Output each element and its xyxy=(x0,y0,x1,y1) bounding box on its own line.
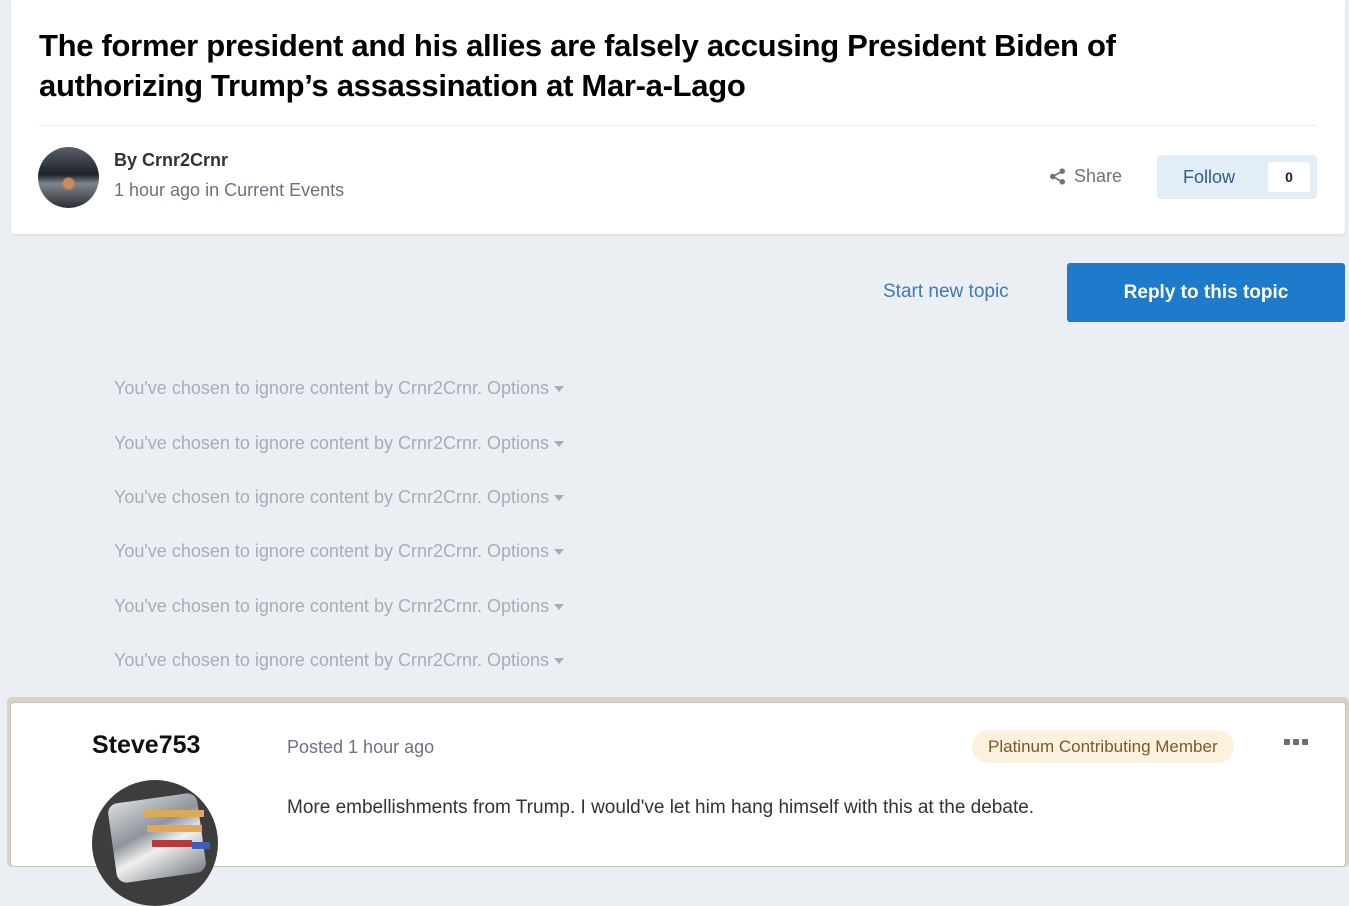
post-author-name[interactable]: Steve753 xyxy=(92,731,200,760)
topic-meta: 1 hour ago in Current Events xyxy=(114,180,345,200)
start-new-topic-link[interactable]: Start new topic xyxy=(883,281,1009,303)
ignored-text: You've chosen to ignore content by Crnr2… xyxy=(114,433,482,453)
options-label: Options xyxy=(487,541,550,561)
ignored-text: You've chosen to ignore content by Crnr2… xyxy=(114,487,482,507)
ignored-post-notice: You've chosen to ignore content by Crnr2… xyxy=(114,650,565,671)
author-name[interactable]: By Crnr2Crnr xyxy=(114,150,228,171)
post-author-avatar[interactable] xyxy=(92,780,218,906)
divider xyxy=(38,125,1317,126)
options-dropdown[interactable]: Options xyxy=(487,541,565,562)
options-dropdown[interactable]: Options xyxy=(487,487,565,508)
options-label: Options xyxy=(487,487,550,507)
caret-down-icon xyxy=(554,440,565,447)
reply-to-topic-button[interactable]: Reply to this topic xyxy=(1067,263,1345,322)
ignored-text: You've chosen to ignore content by Crnr2… xyxy=(114,378,482,398)
ignored-post-notice: You've chosen to ignore content by Crnr2… xyxy=(114,487,565,508)
share-icon xyxy=(1049,168,1066,185)
post: Steve753 Posted 1 hour ago Platinum Cont… xyxy=(7,697,1349,906)
caret-down-icon xyxy=(554,603,565,610)
topic-title: The former president and his allies are … xyxy=(39,28,1116,103)
ignored-post-notice: You've chosen to ignore content by Crnr2… xyxy=(114,433,565,454)
options-label: Options xyxy=(487,596,550,616)
author-avatar[interactable] xyxy=(38,147,99,208)
options-dropdown[interactable]: Options xyxy=(487,650,565,671)
follower-count: 0 xyxy=(1268,162,1310,192)
caret-down-icon xyxy=(554,548,565,555)
share-button[interactable]: Share xyxy=(1049,166,1122,187)
post-timestamp: Posted 1 hour ago xyxy=(287,737,435,757)
post-content: More embellishments from Trump. I would'… xyxy=(287,797,1035,818)
options-dropdown[interactable]: Options xyxy=(487,433,565,454)
options-dropdown[interactable]: Options xyxy=(487,378,565,399)
share-label: Share xyxy=(1074,166,1123,186)
topic-header: The former president and his allies are … xyxy=(11,0,1345,234)
ellipsis-icon[interactable] xyxy=(1284,739,1308,745)
ignored-text: You've chosen to ignore content by Crnr2… xyxy=(114,596,482,616)
ignored-post-notice: You've chosen to ignore content by Crnr2… xyxy=(114,596,565,617)
post-card: Steve753 Posted 1 hour ago Platinum Cont… xyxy=(10,702,1346,906)
follow-button[interactable]: Follow 0 xyxy=(1157,155,1317,199)
caret-down-icon xyxy=(554,494,565,501)
ignored-post-notice: You've chosen to ignore content by Crnr2… xyxy=(114,541,565,562)
member-badge: Platinum Contributing Member xyxy=(972,730,1234,763)
options-label: Options xyxy=(487,650,550,670)
options-label: Options xyxy=(487,433,550,453)
follow-label: Follow xyxy=(1183,166,1236,187)
options-dropdown[interactable]: Options xyxy=(487,596,565,617)
caret-down-icon xyxy=(554,385,565,392)
options-label: Options xyxy=(487,378,550,398)
ignored-post-notice: You've chosen to ignore content by Crnr2… xyxy=(114,378,565,399)
ignored-text: You've chosen to ignore content by Crnr2… xyxy=(114,650,482,670)
ignored-text: You've chosen to ignore content by Crnr2… xyxy=(114,541,482,561)
caret-down-icon xyxy=(554,657,565,664)
